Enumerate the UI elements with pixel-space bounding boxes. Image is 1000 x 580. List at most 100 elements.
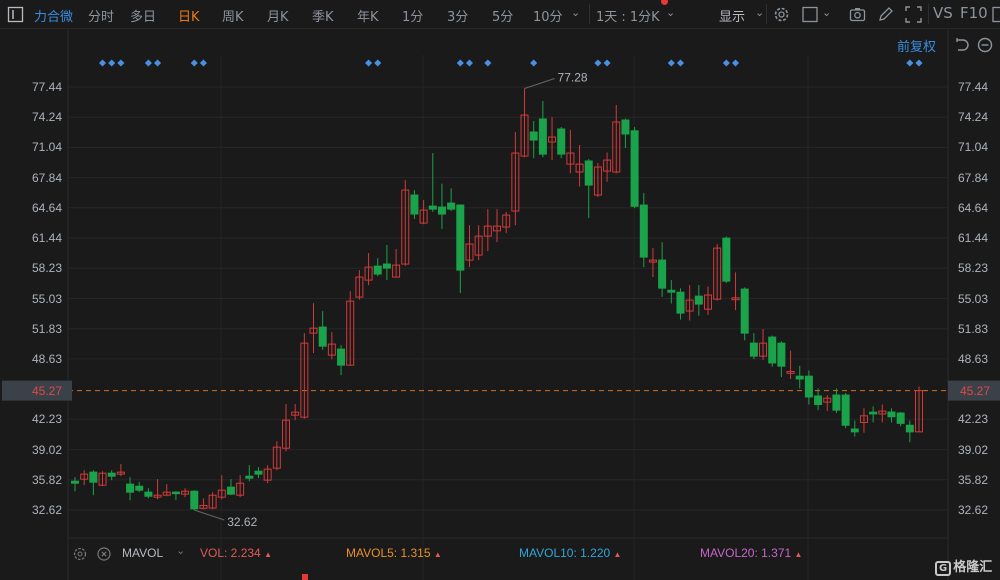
sidebar-toggle-icon[interactable] <box>7 6 24 23</box>
right-y-tick-label: 64.64 <box>958 200 989 215</box>
left-y-tick-label: 77.44 <box>31 80 62 94</box>
right-y-tick-label: 58.23 <box>958 261 989 276</box>
event-marker <box>484 59 492 67</box>
right-y-tick-label: 74.24 <box>958 110 989 125</box>
kline-chart[interactable]: 45.27 45.27 77.28 32.62 <box>0 0 1000 580</box>
more-periods-chevron-icon[interactable]: ⌄ <box>571 6 580 19</box>
tab-period-1min[interactable]: 1分 <box>402 6 423 25</box>
candle-down <box>107 472 116 477</box>
tab-period-quarterly[interactable]: 季K <box>312 6 334 25</box>
indicator-chevron-icon[interactable]: ⌄ <box>176 544 185 557</box>
left-y-tick-label: 32.62 <box>31 503 62 517</box>
event-marker <box>594 59 602 67</box>
candle-down <box>318 326 327 347</box>
candle-down <box>382 263 391 269</box>
event-marker <box>154 59 162 67</box>
event-marker <box>465 59 474 67</box>
notification-dot <box>661 0 668 5</box>
candle-down <box>410 194 419 215</box>
candle-down <box>841 394 850 426</box>
watermark-text: 格隆汇 <box>953 560 993 575</box>
interval-chevron-icon[interactable]: ⌄ <box>666 6 675 19</box>
indicator-close-icon[interactable] <box>97 546 111 561</box>
event-marker <box>603 59 611 67</box>
tab-period-daily[interactable]: 日K <box>178 6 200 25</box>
tab-period-3min[interactable]: 3分 <box>447 6 468 25</box>
panel-icon[interactable] <box>992 6 1000 23</box>
candle-down <box>630 130 639 207</box>
indicator-select[interactable]: MAVOL <box>122 546 163 560</box>
layout-square-icon[interactable] <box>802 6 819 23</box>
candle-down <box>126 483 135 493</box>
vs-button[interactable]: VS <box>933 4 953 22</box>
display-chevron-icon[interactable]: ⌄ <box>755 6 764 19</box>
tab-period-multiday[interactable]: 多日 <box>130 6 156 25</box>
mavol20-label: MAVOL20: 1.371 <box>700 546 792 560</box>
right-y-tick-label: 32.62 <box>958 503 989 517</box>
event-marker <box>190 59 198 67</box>
event-marker <box>108 59 116 67</box>
event-marker <box>667 59 675 67</box>
up-arrow-icon: ▲ <box>264 550 272 559</box>
right-y-tick-label: 35.82 <box>958 472 989 487</box>
left-current-price-label: 45.27 <box>32 384 62 398</box>
candle-down <box>584 160 593 186</box>
divider <box>589 4 590 24</box>
candle-down <box>722 237 731 282</box>
event-marker <box>906 59 914 67</box>
left-y-tick-label: 55.03 <box>31 291 62 306</box>
pencil-icon[interactable] <box>877 6 894 23</box>
stock-name[interactable]: 力合微 <box>34 6 73 25</box>
candle-down <box>428 205 437 210</box>
volume-bar <box>302 574 308 580</box>
gear-icon[interactable] <box>773 6 790 23</box>
candle-down <box>226 486 235 495</box>
tab-period-monthly[interactable]: 月K <box>267 6 289 25</box>
right-y-tick-label: 61.44 <box>958 231 989 245</box>
event-marker <box>722 59 730 67</box>
tab-period-intraday[interactable]: 分时 <box>88 6 114 25</box>
event-marker <box>676 59 685 67</box>
candle-down <box>529 131 538 141</box>
tab-period-10min[interactable]: 10分 <box>533 6 563 25</box>
left-y-tick-label: 58.23 <box>31 261 62 276</box>
tab-period-weekly[interactable]: 周K <box>222 6 244 25</box>
fullscreen-icon[interactable] <box>905 6 922 23</box>
candle-down <box>777 342 786 367</box>
candle-down <box>887 411 896 418</box>
candle-down <box>768 336 777 364</box>
candle-down <box>144 491 153 497</box>
right-current-price-label: 45.27 <box>960 384 990 398</box>
interval-select[interactable]: 1天 : 1分K <box>596 6 660 25</box>
right-y-tick-label: 67.84 <box>958 170 989 185</box>
display-menu[interactable]: 显示 <box>719 6 745 25</box>
candle-down <box>749 342 758 357</box>
candle-down <box>740 288 749 334</box>
candle-down <box>456 204 465 271</box>
undo-icon[interactable] <box>954 37 970 53</box>
f10-button[interactable]: F10 <box>960 4 988 22</box>
min-price-leader <box>194 509 225 521</box>
candle-down <box>896 412 905 424</box>
candle-down <box>89 471 98 483</box>
camera-icon[interactable] <box>849 6 866 23</box>
event-marker <box>456 59 464 67</box>
up-arrow-icon: ▲ <box>613 550 622 559</box>
right-y-tick-label: 55.03 <box>958 291 989 306</box>
candle-down <box>795 375 804 380</box>
candle-down <box>832 394 841 411</box>
tab-period-yearly[interactable]: 年K <box>357 6 379 25</box>
candle-down <box>804 375 813 398</box>
mavol10-value: MAVOL10: 1.220 ▲ <box>519 546 621 560</box>
zoom-out-icon[interactable] <box>977 37 993 53</box>
mavol10-label: MAVOL10: 1.220 <box>519 546 611 560</box>
price-adjust-mode[interactable]: 前复权 <box>897 36 936 55</box>
vol-label: VOL: 2.234 <box>200 546 261 560</box>
layout-chevron-icon[interactable]: ⌄ <box>822 6 831 19</box>
candle-down <box>814 395 823 405</box>
tab-period-5min[interactable]: 5分 <box>492 6 513 25</box>
event-marker <box>731 59 740 67</box>
indicator-settings-gear-icon[interactable] <box>73 546 87 561</box>
candle-down <box>694 295 703 305</box>
candle-down <box>639 204 648 258</box>
